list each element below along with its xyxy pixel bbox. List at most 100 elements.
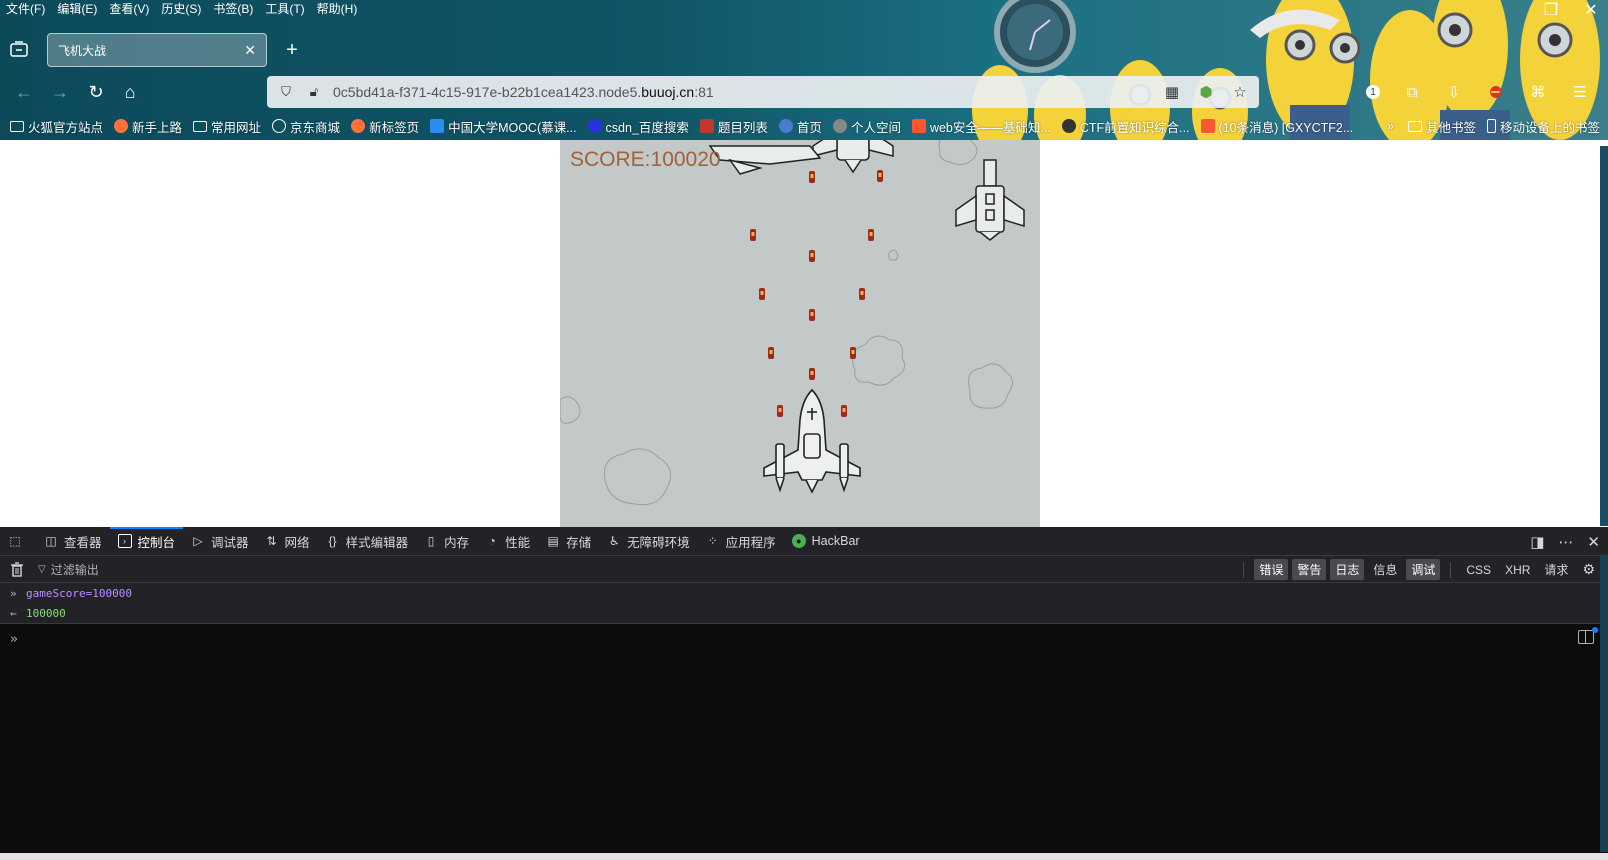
- insecure-connection-icon[interactable]: 🔓︎: [305, 83, 323, 101]
- menu-view[interactable]: 查看(V): [103, 0, 155, 18]
- divider: [1450, 561, 1452, 578]
- bookmark-star-icon[interactable]: ☆: [1231, 83, 1249, 101]
- tab-application[interactable]: ⁘ 应用程序: [698, 527, 784, 556]
- bookmark-item[interactable]: csdn_百度搜索: [587, 117, 689, 136]
- multiline-editor-toggle-icon[interactable]: [1578, 630, 1594, 644]
- score-display: SCORE:100020: [570, 148, 721, 171]
- url-text[interactable]: 0c5bd41a-f371-4c15-917e-b22b1cea1423.nod…: [333, 84, 714, 100]
- tab-inspector[interactable]: ◫ 查看器: [36, 527, 110, 556]
- cloud-icon: [778, 119, 793, 133]
- bookmark-item[interactable]: 个人空间: [832, 117, 901, 136]
- buu-icon: [699, 119, 714, 133]
- storage-icon: ▤: [547, 534, 559, 548]
- tracking-protection-shield-icon[interactable]: ⛉: [277, 83, 295, 101]
- menu-edit[interactable]: 编辑(E): [51, 0, 103, 18]
- tab-list-icon[interactable]: [10, 41, 28, 57]
- filter-debug-toggle[interactable]: 调试: [1406, 559, 1441, 580]
- bookmark-item[interactable]: CTF前置知识综合...: [1061, 117, 1190, 136]
- console-result-line[interactable]: ← 100000: [0, 603, 1608, 623]
- window-controls: ❐ ✕: [1540, 0, 1602, 22]
- hamburger-menu-icon[interactable]: ☰: [1570, 82, 1590, 102]
- close-devtools-icon[interactable]: ✕: [1587, 533, 1600, 551]
- bookmarks-overflow-chevron-icon[interactable]: »: [1387, 119, 1394, 133]
- browser-chrome: 文件(F) 编辑(E) 查看(V) 历史(S) 书签(B) 工具(T) 帮助(H…: [0, 0, 1608, 140]
- enemy-plane: [955, 159, 1025, 241]
- tab-hackbar[interactable]: ● HackBar: [784, 527, 868, 556]
- tab-title: 飞机大战: [58, 43, 107, 58]
- tab-console[interactable]: › 控制台: [109, 526, 184, 556]
- bullets: [750, 170, 883, 417]
- tab-active[interactable]: 飞机大战 ✕: [47, 33, 267, 67]
- extension-icon[interactable]: ⬢: [1197, 83, 1215, 101]
- filter-logs-toggle[interactable]: 日志: [1330, 559, 1365, 580]
- mobile-bookmarks[interactable]: 移动设备上的书签: [1486, 117, 1600, 136]
- other-bookmarks[interactable]: 其他书签: [1407, 117, 1476, 136]
- tab-performance[interactable]: ◔ 性能: [477, 527, 538, 556]
- url-bar[interactable]: ⛉ 🔓︎ 0c5bd41a-f371-4c15-917e-b22b1cea142…: [267, 76, 1259, 108]
- bookmark-item[interactable]: 首页: [778, 117, 822, 136]
- bookmark-item[interactable]: 常用网址: [193, 117, 261, 136]
- bookmark-item[interactable]: 新标签页: [351, 117, 419, 136]
- bullet: [809, 171, 815, 183]
- tab-accessibility[interactable]: ♿︎ 无障碍环境: [599, 527, 698, 556]
- devtools-scrollbar[interactable]: [1600, 556, 1608, 852]
- tab-storage[interactable]: ▤ 存储: [538, 527, 599, 556]
- filter-xhr-toggle[interactable]: XHR: [1500, 561, 1535, 579]
- menu-help[interactable]: 帮助(H): [311, 0, 364, 18]
- bookmarks-overflow-area: » 其他书签 移动设备上的书签: [1387, 115, 1600, 137]
- bookmark-item[interactable]: web安全——基础知...: [911, 117, 1051, 136]
- tab-memory[interactable]: ▯ 内存: [416, 527, 477, 556]
- firefox-icon: [351, 119, 366, 133]
- close-window-icon[interactable]: ✕: [1580, 0, 1602, 22]
- folder-icon: [1407, 120, 1422, 132]
- filter-info-toggle[interactable]: 信息: [1368, 559, 1402, 580]
- devtools-toolbar-right: ◨ ⋯ ✕: [1530, 527, 1600, 556]
- menu-tools[interactable]: 工具(T): [259, 0, 310, 18]
- restore-window-icon[interactable]: ❐: [1540, 0, 1562, 22]
- forward-icon[interactable]: →: [48, 80, 72, 104]
- console-settings-gear-icon[interactable]: ⚙: [1577, 559, 1600, 580]
- bullet: [759, 288, 765, 300]
- bookmark-item[interactable]: 题目列表: [699, 117, 768, 136]
- page-scrollbar[interactable]: [1600, 146, 1608, 526]
- filter-css-toggle[interactable]: CSS: [1461, 561, 1496, 579]
- reload-icon[interactable]: ↻: [84, 80, 108, 104]
- filter-errors-toggle[interactable]: 错误: [1254, 559, 1289, 580]
- tab-debugger[interactable]: ▷ 调试器: [183, 527, 257, 556]
- back-icon[interactable]: ←: [12, 80, 36, 104]
- bookmark-item[interactable]: 京东商城: [272, 117, 340, 136]
- menu-history[interactable]: 历史(S): [155, 0, 207, 18]
- dock-side-icon[interactable]: ◨: [1530, 533, 1544, 551]
- filter-requests-toggle[interactable]: 请求: [1539, 559, 1573, 580]
- menu-bookmarks[interactable]: 书签(B): [207, 0, 259, 18]
- filter-warnings-toggle[interactable]: 警告: [1292, 559, 1327, 580]
- console-input-area[interactable]: »: [0, 624, 1608, 851]
- bookmark-item[interactable]: 新手上路: [114, 117, 182, 136]
- tab-network[interactable]: ⇅ 网络: [257, 527, 318, 556]
- mobile-icon: [1486, 119, 1496, 133]
- debugger-icon: ▷: [193, 534, 203, 548]
- input-chevron-icon: »: [10, 586, 17, 600]
- more-options-icon[interactable]: ⋯: [1558, 533, 1573, 551]
- home-icon[interactable]: ⌂: [118, 80, 142, 104]
- game-canvas[interactable]: SCORE:100020: [560, 140, 1040, 527]
- bullet: [750, 229, 756, 241]
- screenshot-icon[interactable]: ⧉: [1402, 82, 1422, 102]
- extensions-puzzle-icon[interactable]: ⌘: [1528, 82, 1548, 102]
- filter-output-input[interactable]: ▽ 过滤输出: [34, 559, 334, 579]
- tab-style-editor[interactable]: {} 样式编辑器: [318, 527, 417, 556]
- qr-code-icon[interactable]: ▦: [1163, 83, 1181, 101]
- adblock-icon[interactable]: ⛔︎: [1486, 82, 1506, 102]
- menu-file[interactable]: 文件(F): [0, 0, 51, 18]
- bookmark-item[interactable]: 中国大学MOOC(慕课...: [430, 117, 577, 136]
- tab-close-icon[interactable]: ✕: [244, 42, 256, 59]
- bookmark-item[interactable]: (10条消息) [GXYCTF2...: [1200, 117, 1353, 136]
- console-input-line[interactable]: » gameScore=100000: [0, 583, 1608, 603]
- element-picker-button[interactable]: ⬚: [0, 527, 36, 556]
- clear-console-trash-icon[interactable]: [10, 561, 24, 577]
- download-icon[interactable]: ⇩: [1444, 82, 1464, 102]
- notification-badge-icon[interactable]: 1: [1366, 85, 1380, 99]
- bookmark-item[interactable]: 火狐官方站点: [10, 117, 103, 136]
- new-tab-button[interactable]: +: [280, 38, 304, 62]
- globe-icon: [832, 119, 847, 133]
